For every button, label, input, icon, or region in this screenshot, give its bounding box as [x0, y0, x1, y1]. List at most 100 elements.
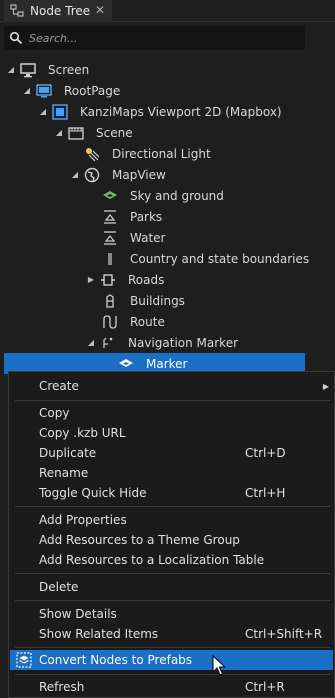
menu-item-show-related-items[interactable]: Show Related Items Ctrl+Shift+R — [10, 624, 333, 644]
fill-layer-icon — [102, 209, 118, 225]
marker-layer-icon — [100, 335, 116, 351]
menu-item-label: Convert Nodes to Prefabs — [39, 653, 193, 667]
tree-node-label: Marker — [146, 356, 188, 371]
menu-item-label: Copy — [39, 406, 70, 420]
collapsed-arrow-icon[interactable]: ▶ — [86, 275, 96, 285]
tree-node-label: Country and state boundaries — [130, 251, 310, 266]
menu-item-toggle-quick-hide[interactable]: Toggle Quick Hide Ctrl+H — [10, 483, 333, 503]
tree-node-label: Buildings — [130, 293, 185, 308]
tree-node-water[interactable]: Water — [102, 227, 165, 248]
prefab-icon — [16, 652, 32, 668]
shortcut-label: Ctrl+R — [245, 680, 285, 694]
menu-item-duplicate[interactable]: Duplicate Ctrl+D — [10, 443, 333, 463]
tree-node-scene[interactable]: ◢ Scene — [54, 122, 133, 143]
shortcut-label: Ctrl+H — [245, 486, 286, 500]
menu-item-label: Create — [39, 379, 79, 393]
menu-item-rename[interactable]: Rename — [10, 463, 333, 483]
expanded-arrow-icon[interactable]: ◢ — [38, 107, 48, 117]
menu-item-label: Rename — [39, 466, 89, 480]
expanded-arrow-icon[interactable]: ◢ — [86, 338, 96, 348]
menu-separator — [15, 506, 330, 507]
tree-node-boundaries[interactable]: Country and state boundaries — [102, 248, 309, 269]
menu-item-label: Duplicate — [39, 446, 97, 460]
mouse-cursor-icon — [212, 655, 226, 676]
tree-node-label: Navigation Marker — [128, 335, 239, 350]
light-icon — [84, 146, 100, 162]
search-box — [4, 26, 305, 50]
globe-icon — [84, 167, 100, 183]
tree-node-label: Roads — [128, 272, 165, 287]
building-icon — [102, 293, 118, 309]
viewport-icon — [52, 103, 68, 120]
monitor-icon — [20, 62, 36, 78]
tree-icon — [10, 4, 24, 18]
tree-node-label: Route — [130, 314, 165, 329]
expanded-arrow-icon[interactable]: ◢ — [70, 170, 80, 180]
layers-icon — [118, 356, 134, 372]
layers-icon — [102, 188, 118, 204]
shortcut-label: Ctrl+Shift+R — [245, 627, 323, 641]
tab-node-tree[interactable]: Node Tree ✕ — [4, 0, 112, 22]
page-icon — [36, 83, 52, 99]
menu-item-label: Add Resources to a Theme Group — [39, 533, 240, 547]
tree-node-label: Water — [130, 230, 166, 245]
route-icon — [102, 314, 118, 330]
shortcut-label: Ctrl+D — [245, 446, 286, 460]
menu-item-label: Show Related Items — [39, 627, 159, 641]
menu-separator — [15, 573, 330, 574]
menu-item-label: Add Properties — [39, 513, 127, 527]
menu-separator — [15, 647, 330, 648]
menu-item-label: Show Details — [39, 607, 117, 621]
tree-node-mapview[interactable]: ◢ MapView — [70, 164, 166, 185]
menu-item-convert-to-prefabs[interactable]: Convert Nodes to Prefabs — [10, 650, 333, 670]
tree-node-label: Sky and ground — [130, 188, 224, 203]
tree-node-buildings[interactable]: Buildings — [102, 290, 185, 311]
menu-item-label: Toggle Quick Hide — [39, 486, 147, 500]
menu-separator — [15, 674, 330, 675]
search-input[interactable] — [29, 31, 279, 45]
tree-node-sky[interactable]: Sky and ground — [102, 185, 224, 206]
menu-item-label: Add Resources to a Localization Table — [39, 553, 265, 567]
tree-node-label: Directional Light — [112, 146, 211, 161]
menu-item-label: Refresh — [39, 680, 85, 694]
tab-label: Node Tree — [30, 4, 91, 18]
tree-node-viewport[interactable]: ◢ KanziMaps Viewport 2D (Mapbox) — [38, 101, 282, 122]
menu-item-copy-kzb-url[interactable]: Copy .kzb URL — [10, 423, 333, 443]
tree-node-rootpage[interactable]: ◢ RootPage — [22, 80, 120, 101]
tab-bar: Node Tree ✕ — [0, 0, 335, 22]
submenu-arrow-icon: ▶ — [322, 381, 329, 391]
tree-node-roads[interactable]: ▶ Roads — [86, 269, 164, 290]
tree-node-label: MapView — [112, 167, 166, 182]
tree-node-label: KanziMaps Viewport 2D (Mapbox) — [80, 104, 282, 119]
expanded-arrow-icon[interactable]: ◢ — [54, 128, 64, 138]
expanded-arrow-icon[interactable]: ◢ — [6, 65, 16, 75]
line-layer-icon — [102, 251, 118, 267]
tree-node-directional-light[interactable]: Directional Light — [84, 143, 211, 164]
menu-item-refresh[interactable]: Refresh Ctrl+R — [10, 677, 333, 697]
tree-node-label: RootPage — [64, 83, 121, 98]
menu-item-copy[interactable]: Copy — [10, 403, 333, 423]
fill-layer-icon — [102, 230, 118, 246]
road-layer-icon — [100, 272, 116, 288]
tree-node-screen[interactable]: ◢ Screen — [6, 59, 89, 80]
menu-item-add-properties[interactable]: Add Properties — [10, 510, 333, 530]
menu-item-label: Copy .kzb URL — [39, 426, 126, 440]
tree-node-parks[interactable]: Parks — [102, 206, 162, 227]
context-menu: Create ▶ Copy Copy .kzb URL Duplicate Ct… — [8, 371, 335, 698]
menu-item-add-localization-table[interactable]: Add Resources to a Localization Table — [10, 550, 333, 570]
tree-node-label: Parks — [130, 209, 163, 224]
expanded-arrow-icon[interactable]: ◢ — [22, 86, 32, 96]
menu-separator — [15, 400, 330, 401]
tree-node-route[interactable]: Route — [102, 311, 165, 332]
menu-item-add-theme-group[interactable]: Add Resources to a Theme Group — [10, 530, 333, 550]
menu-item-create[interactable]: Create ▶ — [10, 376, 333, 396]
menu-item-show-details[interactable]: Show Details — [10, 604, 333, 624]
search-icon — [9, 31, 23, 45]
tree-node-navigation-marker[interactable]: ◢ Navigation Marker — [86, 332, 238, 353]
close-icon[interactable]: ✕ — [94, 4, 106, 16]
tree-node-label: Scene — [96, 125, 133, 140]
scene-icon — [68, 125, 84, 141]
menu-separator — [15, 600, 330, 601]
menu-item-delete[interactable]: Delete — [10, 577, 333, 597]
menu-item-label: Delete — [39, 580, 79, 594]
